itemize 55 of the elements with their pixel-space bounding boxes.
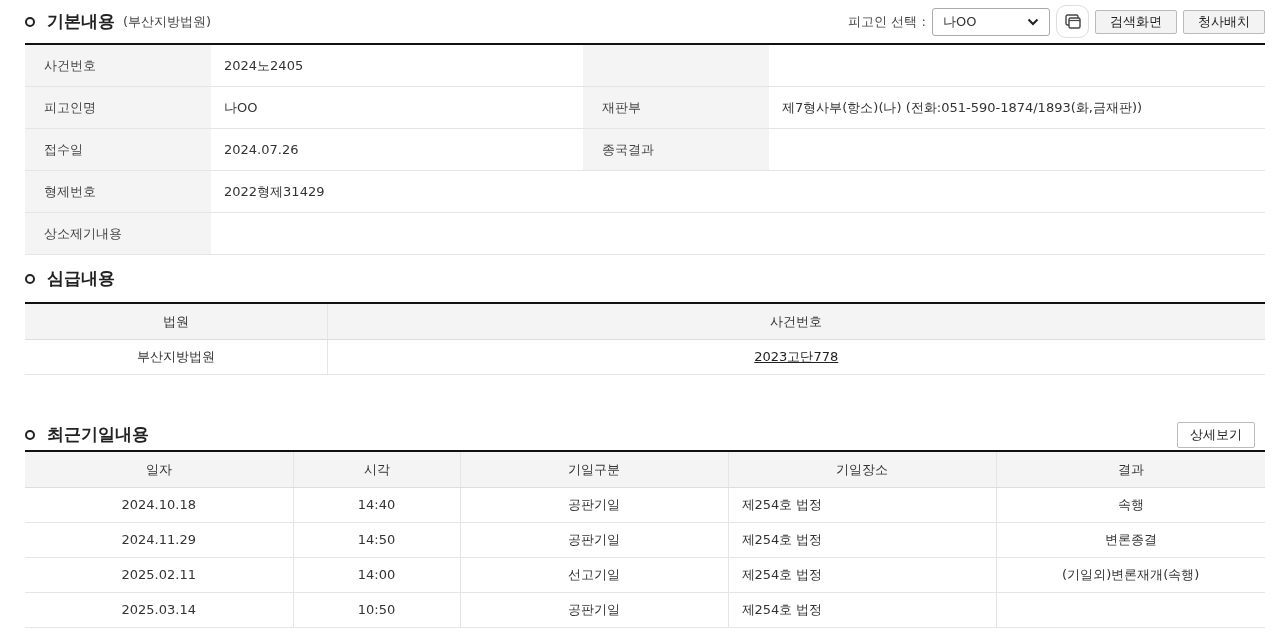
column-header: 사건번호 bbox=[327, 303, 1265, 340]
chevron-down-icon bbox=[1027, 17, 1039, 26]
bullet-icon bbox=[25, 16, 35, 27]
section-title: 최근기일내용 bbox=[47, 423, 149, 446]
table-cell: (기일외)변론재개(속행) bbox=[996, 557, 1265, 593]
toolbar-button[interactable]: 검색화면 bbox=[1095, 9, 1177, 34]
field-label: 사건번호 bbox=[25, 44, 211, 87]
field-label: 형제번호 bbox=[25, 170, 211, 213]
field-label: 상소제기내용 bbox=[25, 212, 211, 255]
table-cell: 14:40 bbox=[293, 487, 460, 523]
detail-button[interactable]: 상세보기 bbox=[1177, 422, 1255, 448]
column-header: 기일구분 bbox=[460, 451, 728, 488]
table-cell: 선고기일 bbox=[460, 557, 728, 593]
column-header: 결과 bbox=[996, 451, 1265, 488]
table-cell: 2024.11.29 bbox=[25, 522, 293, 558]
window-icon bbox=[1064, 14, 1081, 29]
bullet-icon bbox=[25, 429, 35, 440]
field-value: 2022형제31429 bbox=[211, 170, 1265, 213]
table-cell: 14:50 bbox=[293, 522, 460, 558]
bullet-icon bbox=[25, 273, 35, 284]
table-cell: 제254호 법정 bbox=[728, 487, 996, 523]
table-cell: 속행 bbox=[996, 487, 1265, 523]
toolbar-button[interactable]: 청사배치 bbox=[1183, 9, 1265, 34]
field-value: 제7형사부(항소)(나) (전화:051-590-1874/1893(화,금재판)) bbox=[769, 86, 1265, 129]
table-cell: 공판기일 bbox=[460, 487, 728, 523]
table-cell: 2025.02.11 bbox=[25, 557, 293, 593]
field-value: 2024.07.26 bbox=[211, 128, 583, 171]
window-button[interactable] bbox=[1056, 5, 1089, 38]
table-cell: 10:50 bbox=[293, 592, 460, 628]
table-cell: 부산지방법원 bbox=[25, 339, 327, 375]
field-value: 2024노2405 bbox=[211, 44, 583, 87]
court-name: (부산지방법원) bbox=[123, 12, 212, 31]
table-cell: 공판기일 bbox=[460, 592, 728, 628]
defendant-select[interactable]: 나OO bbox=[932, 7, 1050, 36]
field-label: 접수일 bbox=[25, 128, 211, 171]
table-cell: 제254호 법정 bbox=[728, 522, 996, 558]
section-title: 기본내용 bbox=[47, 10, 115, 33]
column-header: 일자 bbox=[25, 451, 293, 488]
table-cell: 2025.03.14 bbox=[25, 592, 293, 628]
table-cell: 공판기일 bbox=[460, 522, 728, 558]
section-title: 심급내용 bbox=[47, 267, 115, 290]
table-cell: 14:00 bbox=[293, 557, 460, 593]
defendant-select-label: 피고인 선택 : bbox=[848, 12, 926, 31]
field-label: 재판부 bbox=[583, 86, 769, 129]
column-header: 기일장소 bbox=[728, 451, 996, 488]
case-number-link[interactable]: 2023고단778 bbox=[754, 349, 839, 364]
table-cell: 제254호 법정 bbox=[728, 557, 996, 593]
table-cell: 변론종결 bbox=[996, 522, 1265, 558]
field-value: 나OO bbox=[211, 86, 583, 129]
table-cell: 제254호 법정 bbox=[728, 592, 996, 628]
field-label: 피고인명 bbox=[25, 86, 211, 129]
field-label: 종국결과 bbox=[583, 128, 769, 171]
table-cell: 2024.10.18 bbox=[25, 487, 293, 523]
column-header: 법원 bbox=[25, 303, 327, 340]
column-header: 시각 bbox=[293, 451, 460, 488]
